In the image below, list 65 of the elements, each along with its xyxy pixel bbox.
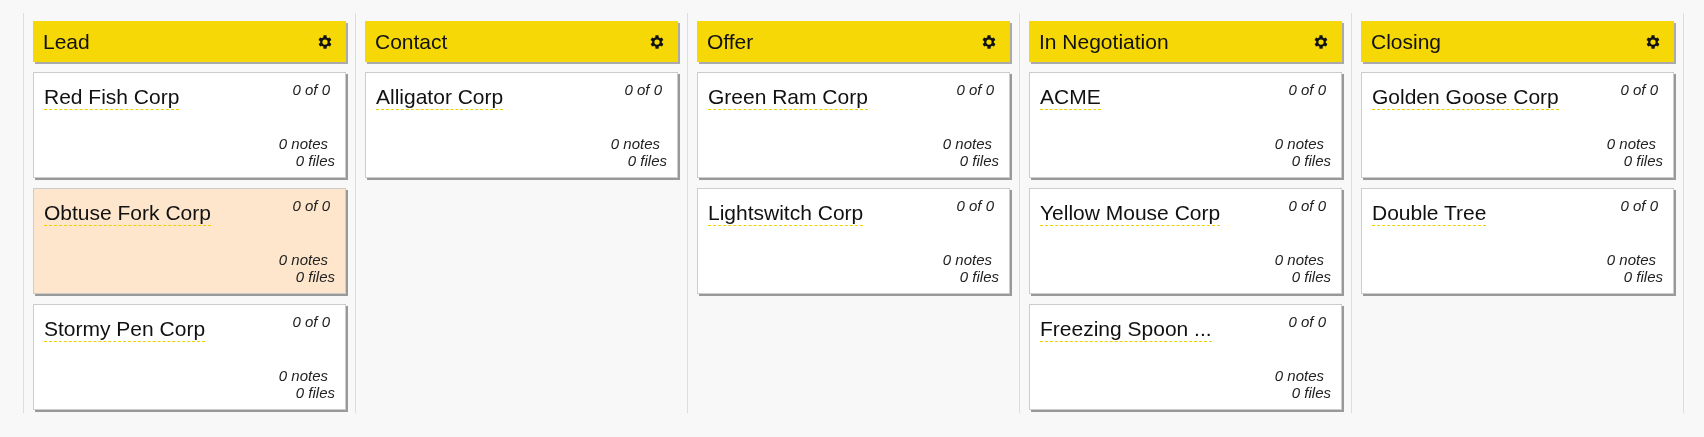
deal-card[interactable]: Golden Goose Corp 0 of 0 0 notes 0 files — [1361, 72, 1674, 178]
deal-card[interactable]: Double Tree 0 of 0 0 notes 0 files — [1361, 188, 1674, 294]
deal-card[interactable]: Red Fish Corp 0 of 0 0 notes 0 files — [33, 72, 346, 178]
notes-count: 0 notes — [1274, 135, 1324, 152]
deal-card[interactable]: ACME 0 of 0 0 notes 0 files — [1029, 72, 1342, 178]
settings-icon[interactable] — [648, 32, 666, 51]
task-count: 0 of 0 — [292, 197, 330, 214]
deal-card[interactable]: Alligator Corp 0 of 0 0 notes 0 files — [365, 72, 678, 178]
task-count: 0 of 0 — [1288, 313, 1326, 330]
task-count: 0 of 0 — [1620, 197, 1658, 214]
files-count: 0 files — [959, 268, 999, 285]
notes-count: 0 notes — [942, 135, 992, 152]
notes-count: 0 notes — [278, 251, 328, 268]
files-count: 0 files — [295, 152, 335, 169]
task-count: 0 of 0 — [956, 81, 994, 98]
task-count: 0 of 0 — [624, 81, 662, 98]
company-name[interactable]: Alligator Corp — [376, 85, 504, 110]
task-count: 0 of 0 — [292, 313, 330, 330]
deal-card[interactable]: Yellow Mouse Corp 0 of 0 0 notes 0 files — [1029, 188, 1342, 294]
column-title: Closing — [1371, 29, 1442, 54]
settings-icon[interactable] — [1312, 32, 1330, 51]
company-name[interactable]: Freezing Spoon ... — [1040, 317, 1212, 342]
settings-icon[interactable] — [1644, 32, 1662, 51]
company-name[interactable]: Green Ram Corp — [708, 85, 868, 110]
company-name[interactable]: Obtuse Fork Corp — [44, 201, 211, 226]
task-count: 0 of 0 — [1288, 81, 1326, 98]
files-count: 0 files — [1623, 152, 1663, 169]
column-title: In Negotiation — [1039, 29, 1169, 54]
company-name[interactable]: Lightswitch Corp — [708, 201, 864, 226]
deal-card[interactable]: Stormy Pen Corp 0 of 0 0 notes 0 files — [33, 304, 346, 410]
files-count: 0 files — [1291, 384, 1331, 401]
task-count: 0 of 0 — [1288, 197, 1326, 214]
notes-count: 0 notes — [278, 135, 328, 152]
deal-card[interactable]: Obtuse Fork Corp 0 of 0 0 notes 0 files — [33, 188, 346, 294]
files-count: 0 files — [1291, 268, 1331, 285]
notes-count: 0 notes — [1606, 135, 1656, 152]
notes-count: 0 notes — [1274, 367, 1324, 384]
deal-card[interactable]: Freezing Spoon ... 0 of 0 0 notes 0 files — [1029, 304, 1342, 410]
files-count: 0 files — [959, 152, 999, 169]
column-title: Contact — [375, 29, 448, 54]
company-name[interactable]: Red Fish Corp — [44, 85, 180, 110]
notes-count: 0 notes — [942, 251, 992, 268]
company-name[interactable]: ACME — [1040, 85, 1101, 110]
company-name[interactable]: Yellow Mouse Corp — [1040, 201, 1221, 226]
files-count: 0 files — [1623, 268, 1663, 285]
task-count: 0 of 0 — [292, 81, 330, 98]
task-count: 0 of 0 — [1620, 81, 1658, 98]
files-count: 0 files — [295, 384, 335, 401]
column-title: Offer — [707, 29, 754, 54]
files-count: 0 files — [627, 152, 667, 169]
company-name[interactable]: Double Tree — [1372, 201, 1487, 226]
settings-icon[interactable] — [980, 32, 998, 51]
column-title: Lead — [43, 29, 90, 54]
notes-count: 0 notes — [278, 367, 328, 384]
notes-count: 0 notes — [1606, 251, 1656, 268]
company-name[interactable]: Golden Goose Corp — [1372, 85, 1559, 110]
files-count: 0 files — [1291, 152, 1331, 169]
deal-card[interactable]: Lightswitch Corp 0 of 0 0 notes 0 files — [697, 188, 1010, 294]
company-name[interactable]: Stormy Pen Corp — [44, 317, 206, 342]
notes-count: 0 notes — [610, 135, 660, 152]
files-count: 0 files — [295, 268, 335, 285]
notes-count: 0 notes — [1274, 251, 1324, 268]
deal-card[interactable]: Green Ram Corp 0 of 0 0 notes 0 files — [697, 72, 1010, 178]
task-count: 0 of 0 — [956, 197, 994, 214]
settings-icon[interactable] — [316, 32, 334, 51]
